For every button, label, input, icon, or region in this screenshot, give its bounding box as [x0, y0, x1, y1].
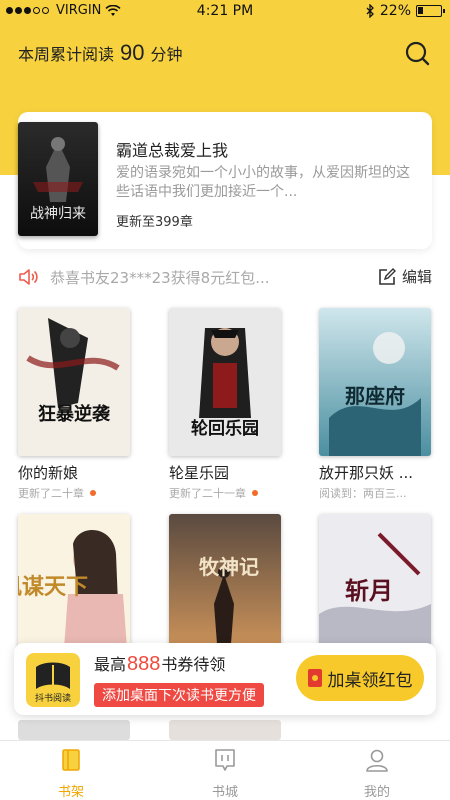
book-title: 你的新娘 [18, 464, 79, 482]
featured-cover-title: 战神归来 [30, 205, 86, 222]
book-cover[interactable]: 轮回乐园 [169, 308, 281, 456]
reading-minutes: 90 [120, 40, 145, 65]
promo-amount: 888 [127, 653, 161, 675]
new-update-dot [90, 490, 96, 496]
notice-text: 恭喜书友23***23获得8元红包... [50, 269, 270, 287]
book-cover-title: 斩月 [345, 576, 393, 605]
featured-title: 霸道总裁爱上我 [116, 141, 229, 160]
featured-book-card[interactable]: 战神归来 霸道总裁爱上我 爱的语录宛如一个小小的故事，从爱因斯坦的这些话语中我们… [18, 112, 432, 249]
reading-unit: 分钟 [150, 45, 183, 64]
bookstore-icon [215, 749, 235, 771]
add-to-desktop-banner[interactable]: 抖书阅读 最高 888 书券待领 添加桌面下次读书更方便 加桌领红包 [14, 643, 436, 715]
promo-headline: 最高 888 书券待领 [94, 651, 225, 676]
status-bar: VIRGIN 4:21 PM 22% [0, 0, 450, 22]
tab-label: 书架 [57, 785, 84, 800]
app-logo: 抖书阅读 [26, 653, 80, 707]
book-cover[interactable]: 斩月 [319, 514, 431, 662]
cta-label: 加桌领红包 [327, 670, 413, 691]
book-item[interactable]: 那座府 放开那只妖 ... 阅读到：两百三... [319, 308, 431, 501]
book-status: 更新了二十章 [18, 487, 84, 500]
book-item[interactable]: 凤谋天下 [18, 514, 130, 662]
bookshelf-icon [62, 749, 80, 771]
add-desktop-red-packet-button[interactable]: 加桌领红包 [296, 655, 424, 701]
book-cover[interactable]: 凤谋天下 [18, 514, 130, 662]
tab-label: 书城 [211, 785, 238, 800]
promo-prefix: 最高 [94, 655, 127, 674]
edit-label: 编辑 [401, 268, 432, 286]
new-update-dot [252, 490, 258, 496]
book-item[interactable]: 轮回乐园 轮星乐园 更新了二十一章 [169, 308, 281, 501]
notice-bar: 恭喜书友23***23获得8元红包... 编辑 [18, 266, 432, 288]
book-item[interactable]: 斩月 [319, 514, 431, 662]
battery-fill [418, 7, 423, 14]
book-cover-title: 牧神记 [199, 555, 259, 579]
edit-button[interactable]: 编辑 [378, 266, 432, 287]
book-item[interactable]: 狂暴逆袭 你的新娘 更新了二十章 [18, 308, 130, 501]
book-cover[interactable]: 狂暴逆袭 [18, 308, 130, 456]
featured-update-status: 更新至399章 [116, 215, 193, 230]
book-cover-title: 轮回乐园 [191, 418, 259, 439]
battery-icon [416, 5, 445, 17]
book-item[interactable]: 牧神记 [169, 514, 281, 662]
reading-label: 本周累计阅读 [18, 45, 115, 64]
bottom-tab-bar: 书架 书城 我的 [0, 740, 450, 800]
promo-suffix: 书券待领 [161, 655, 226, 674]
tab-profile[interactable]: 我的 [337, 747, 417, 800]
profile-icon [366, 749, 388, 772]
weekly-reading: 本周累计阅读 90 分钟 [18, 40, 183, 66]
book-cover-title: 狂暴逆袭 [38, 403, 111, 425]
featured-description: 爱的语录宛如一个小小的故事，从爱因斯坦的这些话语中我们更加接近一个... [116, 165, 410, 200]
book-cover-partial [18, 720, 130, 740]
edit-icon [379, 267, 396, 285]
book-cover-title: 凤谋天下 [18, 574, 88, 600]
red-envelope-icon [307, 669, 322, 687]
speaker-icon [19, 269, 38, 285]
battery-percent: 22% [379, 3, 411, 19]
book-cover-partial [169, 720, 281, 740]
app-logo-text: 抖书阅读 [35, 692, 71, 704]
bluetooth-icon [366, 4, 374, 18]
book-title: 放开那只妖 ... [319, 464, 414, 482]
featured-cover[interactable]: 战神归来 [18, 122, 98, 236]
search-icon[interactable] [404, 40, 430, 66]
tab-bookstore[interactable]: 书城 [185, 747, 265, 800]
status-right: 22% [366, 3, 445, 19]
book-cover[interactable]: 牧神记 [169, 514, 281, 662]
book-cover[interactable]: 那座府 [319, 308, 431, 456]
tab-bookshelf[interactable]: 书架 [31, 747, 111, 800]
tab-label: 我的 [363, 785, 390, 800]
book-title: 轮星乐园 [169, 464, 230, 482]
book-status: 阅读到：两百三... [319, 487, 407, 500]
book-cover-title: 那座府 [345, 384, 405, 408]
promo-subtitle: 添加桌面下次读书更方便 [94, 683, 264, 707]
book-status: 更新了二十一章 [169, 487, 246, 500]
